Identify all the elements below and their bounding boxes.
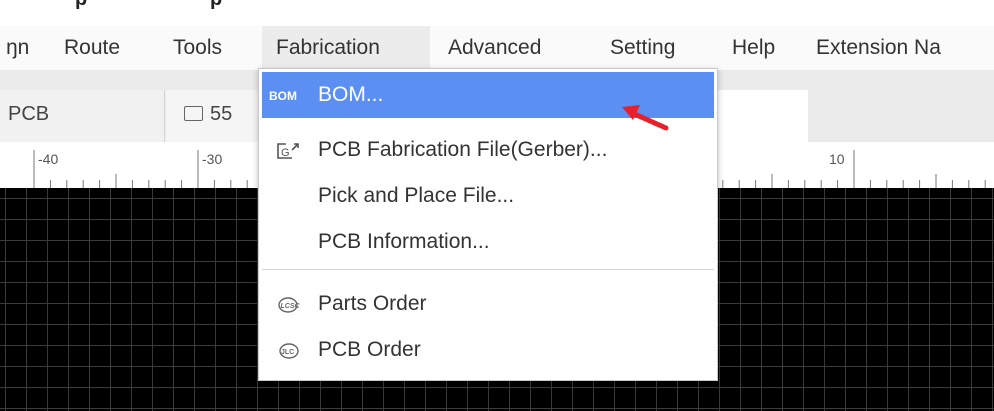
menu-item-pcb-information[interactable]: PCB Information... — [262, 219, 714, 265]
menu-item-pick-and-place-label: Pick and Place File... — [318, 184, 515, 207]
menu-help[interactable]: Help — [722, 26, 785, 70]
red-arrow-annotation — [622, 105, 669, 131]
bom-icon: BOM — [269, 89, 297, 103]
jlcpcb-icon: JLC — [279, 343, 299, 359]
folder-icon — [184, 106, 203, 121]
menu-item-parts-order[interactable]: LCSC Parts Order — [262, 281, 714, 327]
tab-folder[interactable]: 55 — [166, 90, 266, 142]
menu-item-pcb-order-label: PCB Order — [318, 338, 421, 361]
ruler-label: -30 — [202, 151, 222, 167]
menu-divider — [262, 269, 714, 270]
menu-advanced[interactable]: Advanced — [438, 26, 551, 70]
menu-setting[interactable]: Setting — [600, 26, 685, 70]
gerber-export-icon: G — [277, 143, 299, 159]
ruler-label: 10 — [829, 151, 845, 167]
tab-pcb[interactable]: PCB — [0, 90, 165, 142]
ruler-label: -40 — [38, 151, 58, 167]
menu-item-pcb-information-label: PCB Information... — [318, 230, 490, 253]
svg-text:G: G — [281, 147, 290, 159]
tab-empty[interactable] — [710, 90, 808, 142]
menu-item-pick-and-place[interactable]: Pick and Place File... — [262, 173, 714, 219]
window-title-bar: p p — [0, 0, 994, 26]
menu-bar: ŋn Route Tools Fabrication Advanced Sett… — [0, 26, 994, 71]
lcsc-icon: LCSC — [278, 297, 301, 313]
tab-folder-label: 55 — [210, 103, 233, 125]
title-fragments: p p — [0, 0, 994, 14]
tab-pcb-label: PCB — [8, 103, 50, 125]
menu-item-pcb-order[interactable]: JLC PCB Order — [262, 327, 714, 373]
menu-item-gerber-label: PCB Fabrication File(Gerber)... — [318, 138, 608, 161]
title-glyph: p — [210, 0, 222, 11]
menu-item-parts-order-label: Parts Order — [318, 292, 427, 315]
menu-extension[interactable]: Extension Na — [806, 26, 951, 70]
menu-route[interactable]: Route — [54, 26, 130, 70]
menu-fabrication[interactable]: Fabrication — [262, 26, 430, 70]
title-glyph: p — [75, 0, 87, 11]
svg-text:LCSC: LCSC — [281, 303, 301, 310]
menu-item-bom-label: BOM... — [318, 83, 384, 106]
menu-tools[interactable]: Tools — [163, 26, 232, 70]
menu-design[interactable]: ŋn — [0, 26, 39, 70]
svg-text:JLC: JLC — [281, 349, 294, 356]
